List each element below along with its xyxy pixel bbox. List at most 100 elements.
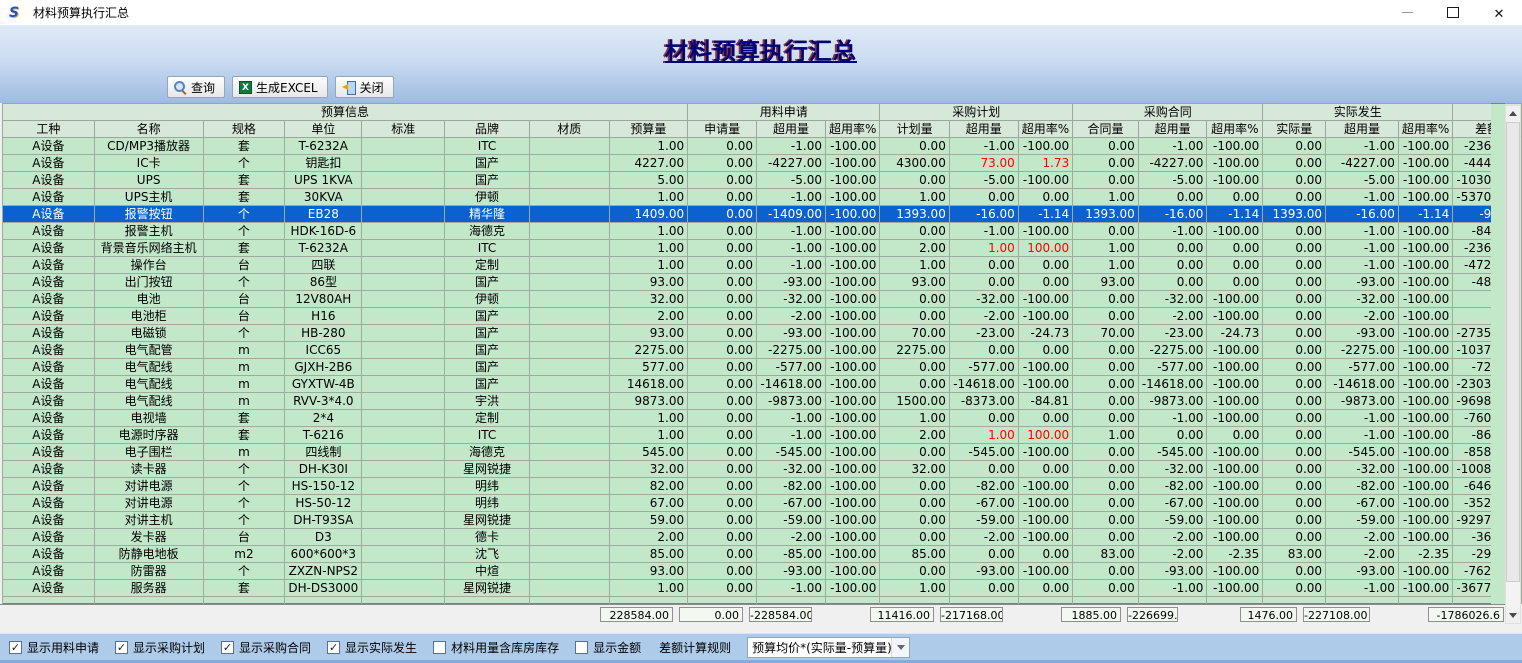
cell[interactable] <box>362 376 445 393</box>
cell[interactable]: 5.00 <box>609 172 687 189</box>
cell[interactable]: -93.00 <box>757 274 826 291</box>
cell[interactable]: -100.00 <box>1018 291 1072 308</box>
cell[interactable]: 83.00 <box>1073 546 1139 563</box>
cell[interactable]: 0.00 <box>688 512 757 529</box>
cell[interactable]: -100.00 <box>825 359 879 376</box>
cell[interactable]: 0.00 <box>880 529 949 546</box>
cell[interactable]: -1.00 <box>1326 189 1399 206</box>
cell[interactable]: A设备 <box>3 376 95 393</box>
cell[interactable]: 1.00 <box>1073 240 1139 257</box>
cell[interactable]: 0.00 <box>880 495 949 512</box>
cell[interactable] <box>362 359 445 376</box>
cell[interactable]: -5.00 <box>949 172 1018 189</box>
column-header[interactable]: 超用量 <box>757 121 826 138</box>
cell[interactable]: CD/MP3播放器 <box>94 138 203 155</box>
cell[interactable]: ICC65 <box>285 342 362 359</box>
cell[interactable]: -4227.00 <box>1326 155 1399 172</box>
cell[interactable]: -100.00 <box>825 240 879 257</box>
cell[interactable] <box>529 359 609 376</box>
cell[interactable]: -100.00 <box>1398 478 1452 495</box>
cell[interactable]: -67.00 <box>757 495 826 512</box>
column-header[interactable]: 超用率% <box>825 121 879 138</box>
cell[interactable]: -100.00 <box>825 512 879 529</box>
cell[interactable] <box>529 376 609 393</box>
cell[interactable]: T-6232A <box>285 240 362 257</box>
cell[interactable] <box>362 393 445 410</box>
cell[interactable]: 0.00 <box>688 529 757 546</box>
cell[interactable]: 海德克 <box>445 223 530 240</box>
scrollbar-thumb[interactable] <box>1506 122 1520 582</box>
cell[interactable]: -100.00 <box>1398 359 1452 376</box>
unchecked-checkbox-icon[interactable] <box>575 641 588 654</box>
cell[interactable]: -100.00 <box>825 376 879 393</box>
cell[interactable]: -100.00 <box>825 342 879 359</box>
cell[interactable] <box>529 427 609 444</box>
column-header[interactable]: 单位 <box>285 121 362 138</box>
cell[interactable]: -100.00 <box>1018 529 1072 546</box>
cell[interactable]: ITC <box>445 427 530 444</box>
cell[interactable]: H16 <box>285 308 362 325</box>
cell[interactable]: 0.00 <box>1263 308 1326 325</box>
cell[interactable]: A设备 <box>3 342 95 359</box>
cell[interactable]: 1.00 <box>609 580 687 597</box>
cell[interactable] <box>529 155 609 172</box>
cell[interactable]: -100.00 <box>1207 291 1263 308</box>
cell[interactable]: 0.00 <box>1018 580 1072 597</box>
cell[interactable]: -100.00 <box>825 206 879 223</box>
cell[interactable]: A设备 <box>3 580 95 597</box>
cell[interactable]: 0.00 <box>688 376 757 393</box>
cell[interactable]: 0.00 <box>1018 546 1072 563</box>
cell[interactable]: 0.00 <box>1073 359 1139 376</box>
cell[interactable]: 沈飞 <box>445 546 530 563</box>
cell[interactable]: 电池柜 <box>94 308 203 325</box>
cell[interactable] <box>529 563 609 580</box>
cell[interactable]: -577.00 <box>1326 359 1399 376</box>
cell[interactable]: 国产 <box>445 274 530 291</box>
cell[interactable]: 0.00 <box>688 478 757 495</box>
cell[interactable]: -577.00 <box>1138 359 1207 376</box>
checkbox-show-purchase-contract[interactable]: 显示采购合同 <box>221 639 311 656</box>
cell[interactable]: 0.00 <box>1073 376 1139 393</box>
cell[interactable]: -14618.00 <box>1326 376 1399 393</box>
cell[interactable]: 1.00 <box>880 189 949 206</box>
cell[interactable] <box>362 308 445 325</box>
cell[interactable]: -9873.00 <box>1138 393 1207 410</box>
cell[interactable]: -100.00 <box>825 546 879 563</box>
cell[interactable]: ITC <box>445 240 530 257</box>
checked-checkbox-icon[interactable] <box>9 641 22 654</box>
cell[interactable]: -1.14 <box>1207 206 1263 223</box>
column-header[interactable]: 超用率% <box>1018 121 1072 138</box>
cell[interactable] <box>529 393 609 410</box>
cell[interactable]: 套 <box>203 172 285 189</box>
cell[interactable]: -100.00 <box>825 155 879 172</box>
cell[interactable] <box>362 291 445 308</box>
cell[interactable]: ITC <box>445 138 530 155</box>
cell[interactable]: 电视墙 <box>94 410 203 427</box>
cell[interactable] <box>529 257 609 274</box>
cell[interactable]: -23.00 <box>1138 325 1207 342</box>
cell[interactable]: 0.00 <box>1138 274 1207 291</box>
cell[interactable]: 1.00 <box>609 240 687 257</box>
cell[interactable]: -100.00 <box>825 478 879 495</box>
cell[interactable]: 国产 <box>445 155 530 172</box>
cell[interactable]: 对讲主机 <box>94 512 203 529</box>
cell[interactable]: -32.00 <box>1138 461 1207 478</box>
cell[interactable] <box>529 512 609 529</box>
cell[interactable]: -100.00 <box>1207 359 1263 376</box>
cell[interactable]: A设备 <box>3 427 95 444</box>
cell[interactable]: 70.00 <box>1073 325 1139 342</box>
cell[interactable]: -2.00 <box>949 308 1018 325</box>
cell[interactable]: -100.00 <box>1018 512 1072 529</box>
cell[interactable]: 1.00 <box>880 257 949 274</box>
cell[interactable]: -1.00 <box>1138 138 1207 155</box>
cell[interactable]: 0.00 <box>1263 461 1326 478</box>
cell[interactable]: 0.00 <box>1138 427 1207 444</box>
cell[interactable]: 1.00 <box>949 240 1018 257</box>
cell[interactable] <box>529 325 609 342</box>
cell[interactable]: A设备 <box>3 257 95 274</box>
cell[interactable]: -100.00 <box>1018 308 1072 325</box>
cell[interactable]: -1.00 <box>949 223 1018 240</box>
cell[interactable] <box>362 512 445 529</box>
cell[interactable]: 0.00 <box>1263 580 1326 597</box>
cell[interactable]: A设备 <box>3 529 95 546</box>
